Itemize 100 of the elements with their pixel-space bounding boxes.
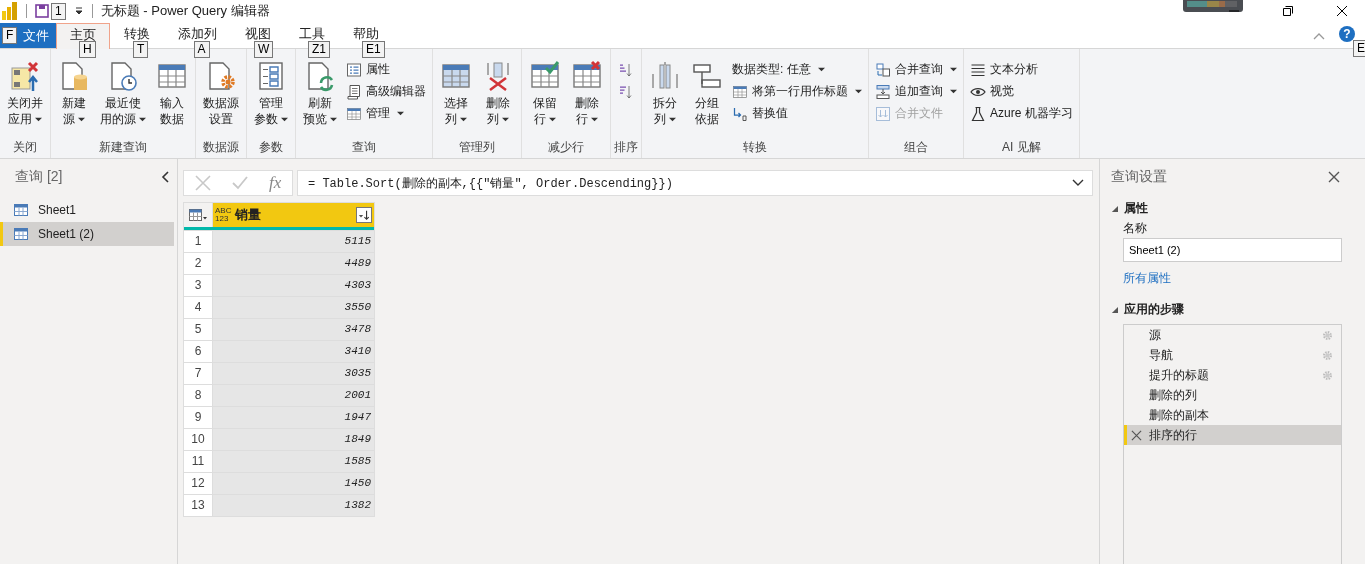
applied-step[interactable]: 删除的列 [1124,385,1341,405]
table-icon [189,209,207,221]
panel-title: 查询设置 [1111,168,1167,186]
close-icon [1337,6,1347,16]
sort-ascending-icon [617,61,633,78]
group-label: 数据源 [202,139,240,156]
ribbon-button[interactable]: 选择 列 [436,60,476,127]
table-cell: 1849 [213,429,374,450]
split-column-icon [649,60,681,92]
group-label: 转换 [742,139,768,156]
table-cell: 1947 [213,407,374,428]
help-button[interactable]: ? [1339,26,1355,42]
table-cell: 4303 [213,275,374,296]
restore-icon [1283,6,1293,16]
ribbon-button[interactable]: 属性 [343,60,429,79]
keytip-badge: A [193,41,210,58]
ribbon-button[interactable]: 管理 参数 [250,60,292,127]
ribbon-button[interactable]: 最近使 用的源 [96,60,150,127]
ribbon-button[interactable]: 关闭并 应用 [3,60,47,127]
applied-step[interactable]: 提升的标题 [1124,365,1341,385]
group-label: 组合 [903,139,929,156]
collapse-ribbon-icon[interactable] [1313,32,1325,40]
formula-field[interactable]: = Table.Sort(删除的副本,{{"销量", Order.Descending}}) [297,170,1093,196]
ribbon-button[interactable]: 刷新 预览 [299,60,341,127]
table-cell: 1382 [213,495,374,516]
replace-icon [732,105,748,122]
app-logo-icon [2,2,18,20]
table-icon [14,204,28,216]
keytip-badge: 1 [51,2,66,20]
sort-filter-button[interactable] [356,207,372,223]
table-cell: 5115 [213,231,374,252]
table-cell: 3035 [213,363,374,384]
expand-triangle-icon[interactable] [1111,204,1118,212]
group-label: 关闭 [12,139,38,156]
ribbon-button[interactable]: 删除 列 [478,60,518,127]
group-label: 新建查询 [98,139,148,156]
ribbon-button[interactable]: 合并查询 [872,60,960,79]
group-label: 参数 [258,139,284,156]
table-icon [346,105,362,122]
table-menu-button[interactable] [184,203,213,227]
applied-step[interactable]: 删除的副本 [1124,405,1341,425]
properties-icon [346,61,362,78]
ribbon-button[interactable]: 拆分 列 [645,60,685,127]
customize-dropdown-icon[interactable] [73,6,84,16]
group-label: 减少行 [547,139,585,156]
section-heading: 应用的步骤 [1124,300,1184,318]
ribbon-button[interactable]: 输入 数据 [152,60,192,127]
ribbon-button[interactable]: 高级编辑器 [343,82,429,101]
delete-step-icon[interactable] [1131,429,1142,441]
ribbon-button[interactable]: 替换值 [729,104,865,123]
applied-step[interactable]: 源 [1124,325,1341,345]
chevron-down-icon[interactable] [1072,179,1084,187]
ribbon-button[interactable]: 文本分析 [967,60,1076,79]
insert-function-button[interactable]: fx [269,173,282,193]
query-item[interactable]: Sheet1 (2) [0,222,174,246]
group-label: 查询 [351,139,377,156]
all-properties-link[interactable]: 所有属性 [1123,270,1171,286]
column-type-button[interactable]: ABC 123 [215,207,232,223]
ribbon-button[interactable]: Azure 机器学习 [967,104,1076,123]
window-title: 无标题 - Power Query 编辑器 [100,2,270,20]
table-cell: 3410 [213,341,374,362]
sort-descending-icon [617,83,633,100]
ribbon-button[interactable]: 保留 行 [525,60,565,127]
table-cell: 1450 [213,473,374,494]
applied-step[interactable]: 排序的行 [1124,425,1341,445]
expand-triangle-icon[interactable] [1111,305,1118,313]
ribbon-button[interactable]: 数据类型: 任意 [729,60,865,79]
ribbon-button[interactable]: 数据源 设置 [199,60,243,127]
ribbon-button[interactable]: 新建 源 [54,60,94,127]
table-cell: 1585 [213,451,374,472]
flask-icon [970,105,986,122]
check-icon[interactable] [231,175,248,191]
table-x-icon [9,60,41,92]
merge-icon [875,61,891,78]
keytip-badge: Z1 [308,41,330,58]
table-cell: 3550 [213,297,374,318]
ribbon-button[interactable]: 将第一行用作标题 [729,82,865,101]
ribbon-button[interactable]: 删除 行 [567,60,607,127]
table-icon [732,83,748,100]
keytip-badge: F [2,27,18,44]
keytip-badge: T [133,41,149,58]
table-cell: 3478 [213,319,374,340]
table-icon [14,228,28,240]
panel-title: 查询 [2] [15,168,63,186]
section-heading: 属性 [1124,199,1148,217]
applied-step[interactable]: 导航 [1124,345,1341,365]
text-lines-icon [970,61,986,78]
save-icon[interactable] [35,4,49,18]
ribbon-button[interactable]: 视觉 [967,82,1076,101]
keytip-badge: E1 [362,41,385,58]
combine-files-icon [875,105,891,122]
ribbon-button[interactable]: 追加查询 [872,82,960,101]
ribbon-button[interactable]: 分组 依据 [687,60,727,127]
name-field[interactable]: Sheet1 (2) [1123,238,1342,262]
ribbon-button[interactable]: 管理 [343,104,429,123]
collapse-panel-icon[interactable] [161,171,169,183]
close-icon[interactable] [1328,171,1340,183]
query-item[interactable]: Sheet1 [0,198,174,222]
script-icon [346,83,362,100]
keytip-badge: W [254,41,274,58]
